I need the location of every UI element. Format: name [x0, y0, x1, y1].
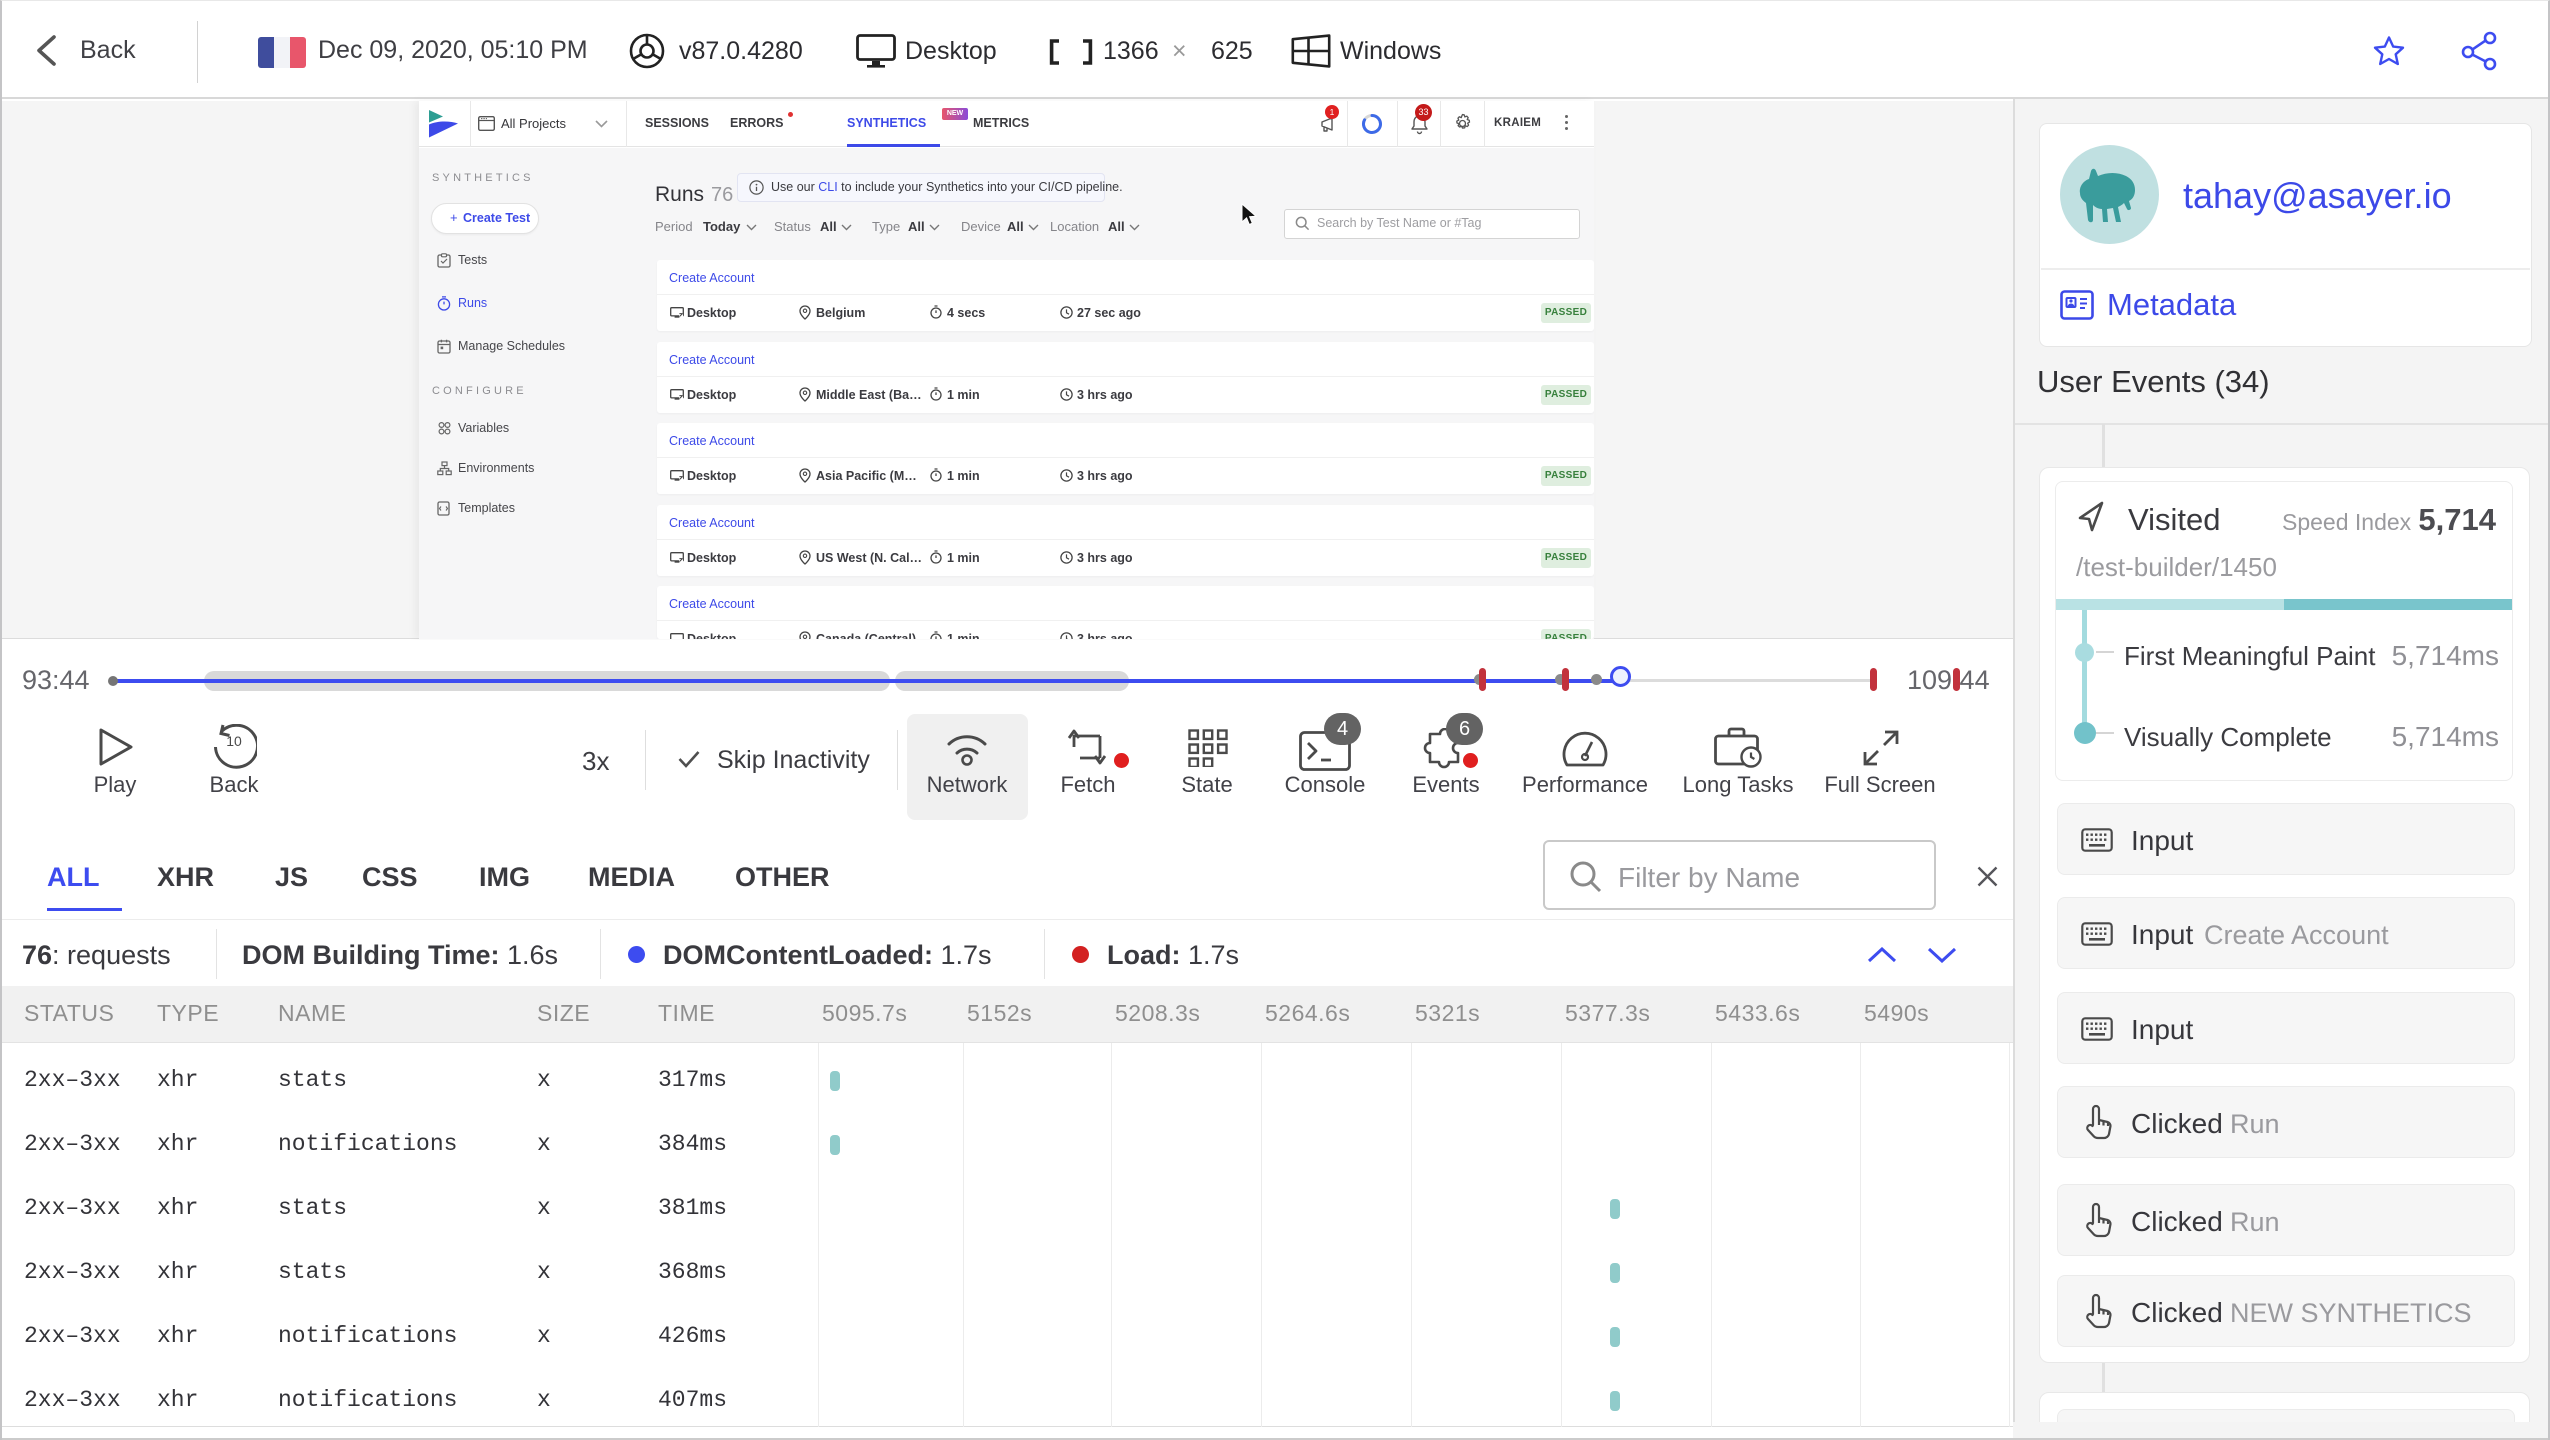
svg-text:10: 10 — [226, 733, 242, 749]
